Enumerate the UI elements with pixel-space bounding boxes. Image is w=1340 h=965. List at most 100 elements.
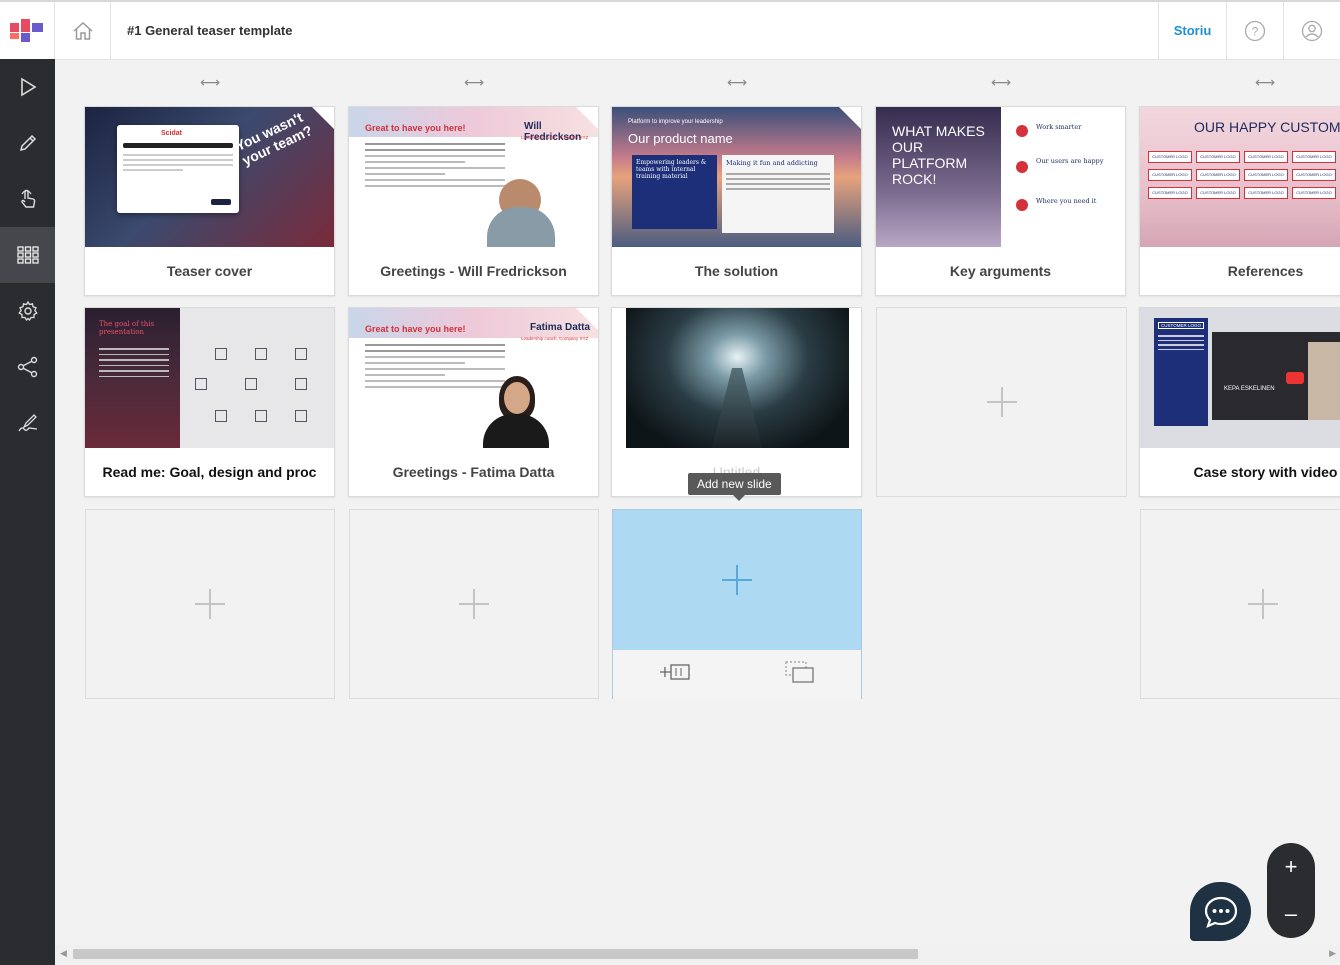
fatima-role: Leadership coach, Company XYZ — [521, 336, 589, 341]
slide-thumbnail: Great to have you here! Fatima Datta Lea… — [349, 308, 598, 448]
home-button[interactable] — [55, 2, 111, 60]
plus-icon — [459, 589, 489, 619]
slide-title: The solution — [694, 263, 779, 279]
slide-card-key-arguments[interactable]: WHAT MAKES OUR PLATFORM ROCK! Work smart… — [875, 106, 1126, 296]
case-logo: CUSTOMER LOGO — [1158, 322, 1204, 329]
key-point-1: Work smarter — [1036, 123, 1082, 131]
customer-logo: CUSTOMER LOGO — [1244, 151, 1288, 163]
customer-logo: CUSTOMER LOGO — [1292, 169, 1336, 181]
customer-logo: CUSTOMER LOGO — [1292, 187, 1336, 199]
slide-title: Greetings - Will Fredrickson — [380, 263, 567, 279]
sidebar-item-edit[interactable] — [0, 115, 55, 171]
slide-title: Read me: Goal, design and proc — [102, 464, 317, 480]
paste-slide-button[interactable] — [784, 660, 816, 689]
slide-card-the-solution[interactable]: Platform to improve your leadership Our … — [611, 106, 862, 296]
selected-new-slide-slot[interactable] — [612, 509, 862, 699]
sidebar-item-settings[interactable] — [0, 283, 55, 339]
slide-card-references[interactable]: OUR HAPPY CUSTOMERS CUSTOMER LOGO CUSTOM… — [1139, 106, 1340, 296]
slide-title: Key arguments — [949, 263, 1052, 279]
plus-icon — [1248, 589, 1278, 619]
pencil-icon — [19, 134, 36, 152]
case-person: KEPA ESKELINEN — [1224, 386, 1275, 392]
slide-thumbnail — [612, 308, 861, 448]
help-button[interactable]: ? — [1226, 2, 1283, 60]
empty-slide-slot[interactable] — [349, 509, 599, 699]
key-point-2: Our users are happy — [1036, 157, 1104, 165]
empty-slide-slot[interactable] — [85, 509, 335, 699]
customer-logo: CUSTOMER LOGO — [1196, 187, 1240, 199]
zoom-in-button[interactable]: + — [1267, 843, 1315, 890]
greet-headline: Great to have you here! — [365, 324, 466, 334]
home-icon — [73, 21, 92, 40]
slide-title: Case story with video — [1193, 464, 1338, 480]
sidebar-item-overview[interactable] — [0, 227, 55, 283]
user-icon — [1301, 20, 1323, 42]
slide-thumbnail: Great to have you here! Will Fredrickson… — [349, 107, 598, 247]
key-title: WHAT MAKES OUR PLATFORM ROCK! — [892, 123, 985, 187]
sidebar-item-sign[interactable] — [0, 395, 55, 451]
chat-bubble-icon — [1204, 896, 1237, 928]
add-new-slide-button[interactable] — [613, 510, 861, 650]
slide-thumbnail: CUSTOMER LOGO KEPA ESKELINEN — [1140, 308, 1340, 448]
slide-thumbnail: OUR HAPPY CUSTOMERS CUSTOMER LOGO CUSTOM… — [1140, 107, 1340, 247]
sign-icon — [17, 414, 37, 432]
horizontal-scrollbar[interactable]: ◀ ▶ — [55, 945, 1340, 963]
column-resize-handle[interactable]: ⟷ — [198, 74, 222, 90]
add-new-slide-tooltip: Add new slide — [688, 473, 781, 501]
brand-link[interactable]: Storiu — [1158, 2, 1226, 60]
chat-button[interactable] — [1190, 882, 1251, 941]
share-icon — [17, 356, 37, 378]
column-resize-handle[interactable]: ⟷ — [1253, 74, 1277, 90]
sidebar-item-interact[interactable] — [0, 171, 55, 227]
column-resize-handle[interactable]: ⟷ — [462, 74, 486, 90]
plus-icon — [722, 565, 752, 595]
app-logo[interactable] — [0, 2, 55, 60]
gear-icon — [17, 300, 38, 322]
svg-text:?: ? — [1252, 25, 1259, 39]
greet-headline: Great to have you here! — [365, 123, 466, 133]
scroll-left-icon[interactable]: ◀ — [60, 948, 67, 959]
customer-logo: CUSTOMER LOGO — [1292, 151, 1336, 163]
customer-logo: CUSTOMER LOGO — [1196, 169, 1240, 181]
paste-slide-icon — [784, 661, 814, 683]
sidebar-item-share[interactable] — [0, 339, 55, 395]
solution-top: Platform to improve your leadership — [628, 119, 723, 125]
sidebar-item-present[interactable] — [0, 59, 55, 115]
grid-icon — [16, 246, 39, 264]
customer-logo: CUSTOMER LOGO — [1196, 151, 1240, 163]
zoom-out-button[interactable]: – — [1267, 890, 1315, 937]
empty-slide-slot[interactable] — [876, 307, 1127, 497]
slide-title: Teaser cover — [166, 263, 253, 279]
slide-card-greetings-fatima[interactable]: Great to have you here! Fatima Datta Lea… — [348, 307, 599, 497]
column-resize-handle[interactable]: ⟷ — [725, 74, 749, 90]
slide-card-greetings-will[interactable]: Great to have you here! Will Fredrickson… — [348, 106, 599, 296]
customer-logo: CUSTOMER LOGO — [1148, 151, 1192, 163]
insert-slide-icon — [659, 664, 690, 680]
customer-logo: CUSTOMER LOGO — [1244, 169, 1288, 181]
column-resize-handle[interactable]: ⟷ — [989, 74, 1013, 90]
readme-title: The goal of this presentation — [99, 320, 155, 336]
slide-thumbnail: Scidat You wasn't your team? — [85, 107, 334, 247]
insert-slide-button[interactable] — [659, 661, 693, 688]
key-point-3: Where you need it — [1036, 197, 1097, 205]
scroll-right-icon[interactable]: ▶ — [1329, 948, 1336, 959]
top-bar: #1 General teaser template Storiu ? — [0, 0, 1340, 60]
slide-overview-canvas[interactable]: ⟷ ⟷ ⟷ ⟷ ⟷ Scidat You wasn't your team? T… — [55, 60, 1340, 965]
solution-box2: Making it fun and addicting — [726, 159, 818, 167]
empty-slide-slot[interactable] — [1140, 509, 1340, 699]
slide-card-teaser-cover[interactable]: Scidat You wasn't your team? Teaser cove… — [84, 106, 335, 296]
help-icon: ? — [1244, 20, 1266, 42]
scrollbar-thumb[interactable] — [73, 949, 918, 959]
customer-logo: CUSTOMER LOGO — [1148, 187, 1192, 199]
slide-card-read-me[interactable]: The goal of this presentation Read me: G… — [84, 307, 335, 497]
cover-brand: Scidat — [161, 130, 183, 137]
user-account-button[interactable] — [1283, 2, 1340, 60]
slide-thumbnail: The goal of this presentation — [85, 308, 334, 448]
slide-thumbnail: Platform to improve your leadership Our … — [612, 107, 861, 247]
plus-icon — [986, 387, 1017, 417]
slide-card-untitled[interactable]: Untitled — [611, 307, 862, 497]
slide-card-case-story[interactable]: CUSTOMER LOGO KEPA ESKELINEN Case story … — [1139, 307, 1340, 497]
solution-box1: Empowering leaders & teams with internal… — [636, 159, 707, 180]
plus-icon — [195, 589, 225, 619]
customer-logo: CUSTOMER LOGO — [1244, 187, 1288, 199]
